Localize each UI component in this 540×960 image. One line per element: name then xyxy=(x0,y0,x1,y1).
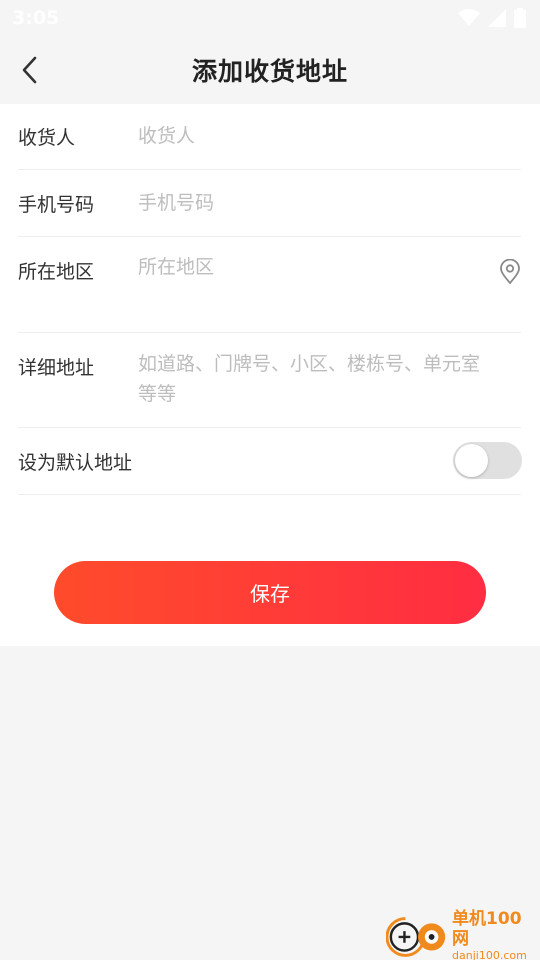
recipient-row: 收货人 xyxy=(18,104,521,170)
detail-row: 详细地址 如道路、门牌号、小区、楼栋号、单元室等等 xyxy=(18,333,521,428)
detail-label: 详细地址 xyxy=(18,357,95,379)
cellular-signal-icon xyxy=(488,9,506,27)
address-form: 收货人 手机号码 所在地区 详细地址 如道路、门牌号、小区、楼栋号、单元室等等 … xyxy=(0,104,540,646)
nav-bar: 添加收货地址 xyxy=(0,36,540,104)
phone-input[interactable] xyxy=(138,187,498,219)
status-time: 3:05 xyxy=(12,7,60,29)
watermark-title: 单机100网 xyxy=(452,909,522,949)
wifi-icon xyxy=(458,9,480,26)
region-label: 所在地区 xyxy=(18,261,95,283)
recipient-label: 收货人 xyxy=(18,127,76,149)
region-input[interactable] xyxy=(138,251,478,283)
detail-address-textarea[interactable]: 如道路、门牌号、小区、楼栋号、单元室等等 xyxy=(138,349,498,409)
default-address-label: 设为默认地址 xyxy=(18,452,133,474)
watermark: 单机100网 danji100.com xyxy=(386,909,536,960)
chevron-left-icon xyxy=(22,56,37,84)
region-row[interactable]: 所在地区 xyxy=(18,237,521,333)
status-icons xyxy=(458,8,526,28)
battery-icon xyxy=(514,8,526,28)
phone-label: 手机号码 xyxy=(18,194,95,216)
recipient-input[interactable] xyxy=(138,120,498,152)
page-title: 添加收货地址 xyxy=(191,57,348,86)
default-address-toggle[interactable] xyxy=(453,442,522,479)
phone-row: 手机号码 xyxy=(18,170,521,237)
save-button[interactable]: 保存 xyxy=(54,561,486,624)
location-pin-icon[interactable] xyxy=(499,259,521,285)
back-button[interactable] xyxy=(12,50,48,90)
danji100-logo-icon xyxy=(386,917,446,957)
watermark-text: 单机100网 danji100.com xyxy=(452,909,536,960)
status-bar: 3:05 xyxy=(0,0,540,36)
toggle-knob xyxy=(455,444,488,477)
watermark-url: danji100.com xyxy=(452,949,527,960)
default-address-row: 设为默认地址 xyxy=(18,428,522,495)
